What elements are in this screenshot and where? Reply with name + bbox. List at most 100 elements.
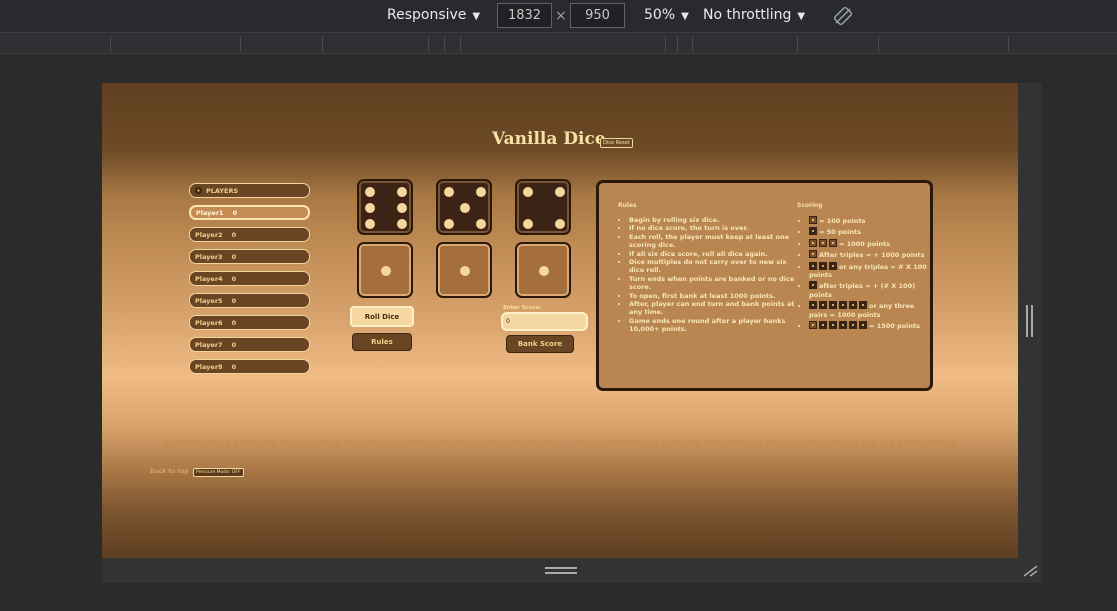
width-input[interactable]: 1832 xyxy=(497,3,552,28)
plus-icon: + xyxy=(195,187,202,194)
players-header[interactable]: + PLAYERS xyxy=(189,183,310,198)
die-icon xyxy=(809,261,817,270)
die-top-1[interactable] xyxy=(357,179,413,235)
die-top-3[interactable] xyxy=(515,179,571,235)
die-pip xyxy=(365,203,375,213)
dice-reset-button[interactable]: Dice Reset xyxy=(600,138,633,148)
die-bottom-3[interactable] xyxy=(515,242,571,298)
die-icon xyxy=(819,301,827,310)
rule-item: Turn ends when points are banked or no d… xyxy=(629,275,799,292)
caret-down-icon: ▼ xyxy=(472,11,481,22)
rule-item: Dice multiples do not carry over to new … xyxy=(629,258,799,275)
die-icon xyxy=(829,261,837,270)
die-pip xyxy=(460,203,470,213)
pressure-mode-button[interactable]: Pressure Mode: OFF xyxy=(193,468,244,477)
die-icon xyxy=(839,301,847,310)
rule-item: Game ends one round after a player banks… xyxy=(629,317,799,334)
rules-heading: Rules xyxy=(618,202,637,209)
zoom-select[interactable]: 50% ▼ xyxy=(644,7,689,23)
back-to-top-link[interactable]: Back to top xyxy=(150,468,189,475)
die-pip xyxy=(397,187,407,197)
die-bottom-1[interactable] xyxy=(357,242,413,298)
die-pip xyxy=(460,266,470,276)
die-icon xyxy=(839,321,847,330)
scoring-list: = 100 points = 50 points = 1000 points A… xyxy=(799,216,929,332)
die-pip xyxy=(523,187,533,197)
player-row[interactable]: Player5 0 xyxy=(189,293,310,308)
throttle-select[interactable]: No throttling ▼ xyxy=(703,7,805,23)
rule-item: Begin by rolling six dice. xyxy=(629,216,799,224)
device-label: Responsive xyxy=(387,7,467,23)
rules-panel: Rules Scoring Begin by rolling six dice.… xyxy=(596,180,933,391)
die-pip xyxy=(476,219,486,229)
page-title: Vanilla Dice xyxy=(492,129,606,149)
scoring-item: or any three pairs = 1000 points xyxy=(809,301,929,319)
scoring-heading: Scoring xyxy=(797,202,823,209)
rules-button[interactable]: Rules xyxy=(352,333,412,351)
rules-list: Begin by rolling six dice. If no dice sc… xyxy=(619,216,799,334)
die-icon xyxy=(809,281,817,290)
die-icon xyxy=(859,301,867,310)
die-icon xyxy=(819,261,827,270)
die-pip xyxy=(555,219,565,229)
die-pip xyxy=(365,219,375,229)
die-top-2[interactable] xyxy=(436,179,492,235)
die-five-icon xyxy=(809,227,817,236)
die-icon xyxy=(859,321,867,330)
resize-handle-bottom[interactable] xyxy=(102,558,1042,583)
die-pip xyxy=(397,203,407,213)
scoring-item: = 1000 points xyxy=(809,238,929,248)
resize-corner-icon[interactable] xyxy=(1021,561,1041,581)
die-icon xyxy=(829,301,837,310)
player-row[interactable]: Player7 0 xyxy=(189,337,310,352)
roll-dice-button[interactable]: Roll Dice xyxy=(350,306,414,327)
player-row[interactable]: Player1 0 xyxy=(189,205,310,220)
player-row[interactable]: Player4 0 xyxy=(189,271,310,286)
die-pip xyxy=(444,187,454,197)
height-input[interactable]: 950 xyxy=(570,3,625,28)
die-pip xyxy=(476,187,486,197)
die-icon xyxy=(829,321,837,330)
die-icon xyxy=(849,321,857,330)
die-icon xyxy=(809,301,817,310)
rule-item: If no dice score, the turn is over. xyxy=(629,224,799,232)
player-row[interactable]: Player2 0 xyxy=(189,227,310,242)
lyric-text: IF THERE WAS A PROBLEM, YO, I'LL SOLVE I… xyxy=(163,439,957,448)
scoring-item: After triples = + 1000 points xyxy=(809,250,929,259)
die-one-icon xyxy=(809,216,817,224)
resize-handle-right[interactable] xyxy=(1018,83,1042,558)
die-one-icon xyxy=(829,238,837,247)
enter-score-label: Enter Score: xyxy=(503,305,542,311)
die-pip xyxy=(397,219,407,229)
die-pip xyxy=(555,187,565,197)
die-pip xyxy=(523,219,533,229)
die-pip xyxy=(444,219,454,229)
player-row[interactable]: Player3 0 xyxy=(189,249,310,264)
die-icon xyxy=(849,301,857,310)
rule-item: After, player can end turn and bank poin… xyxy=(629,300,799,317)
enter-score-input[interactable]: 0 xyxy=(501,312,588,331)
emulated-page: Vanilla Dice Dice Reset + PLAYERS Player1… xyxy=(102,83,1018,558)
bank-score-button[interactable]: Bank Score xyxy=(506,335,574,353)
die-icon xyxy=(819,321,827,330)
scoring-item: or any triples = # X 100 points xyxy=(809,261,929,280)
rotate-icon[interactable] xyxy=(833,6,853,26)
die-icon xyxy=(809,321,817,330)
scoring-item: = 1500 points xyxy=(809,321,929,330)
media-query-ruler[interactable] xyxy=(0,32,1117,54)
die-pip xyxy=(365,187,375,197)
scoring-item: = 50 points xyxy=(809,227,929,236)
player-row[interactable]: Player6 0 xyxy=(189,315,310,330)
devtools-toolbar: Responsive ▼ 1832 × 950 50% ▼ No throttlin… xyxy=(0,0,1117,32)
die-one-icon xyxy=(809,238,817,247)
times-label: × xyxy=(555,8,567,24)
scoring-item: = 100 points xyxy=(809,216,929,225)
zoom-label: 50% xyxy=(644,7,676,23)
rule-item: If all six dice score, roll all dice aga… xyxy=(629,250,799,258)
device-select[interactable]: Responsive ▼ xyxy=(387,7,480,23)
rule-item: Each roll, the player must keep at least… xyxy=(629,233,799,250)
die-bottom-2[interactable] xyxy=(436,242,492,298)
player-row[interactable]: Player8 0 xyxy=(189,359,310,374)
caret-down-icon: ▼ xyxy=(681,11,689,22)
die-one-icon xyxy=(809,250,817,259)
